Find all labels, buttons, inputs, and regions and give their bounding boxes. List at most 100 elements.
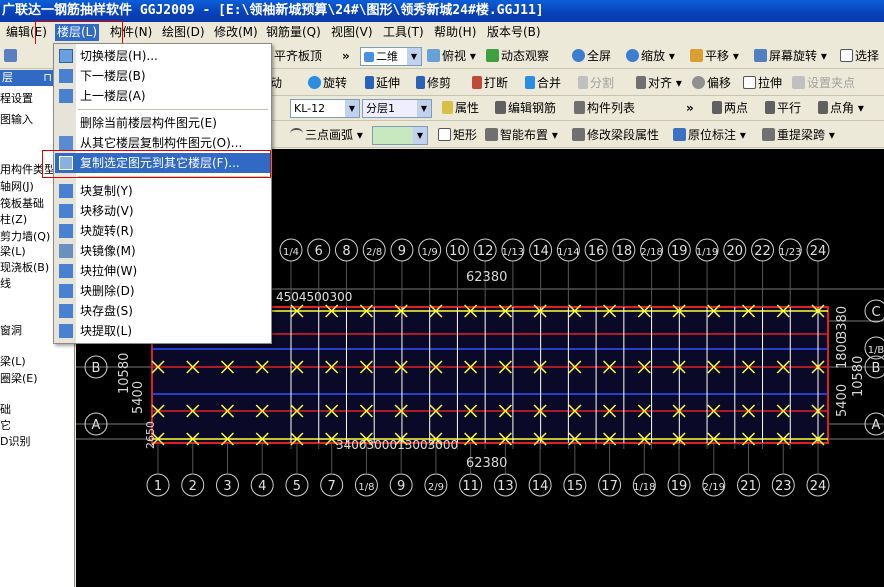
toolbar-overflow-icon[interactable]: »: [340, 46, 350, 66]
sidebar-item-axis[interactable]: 轴网(J): [0, 180, 34, 194]
re-extract-icon: [762, 128, 775, 141]
sidebar-item-beam-2[interactable]: 梁(L): [0, 355, 26, 369]
align-icon: [636, 76, 646, 89]
bottom-axis-label: 2/9: [428, 482, 444, 493]
bottom-axis-label: 13: [497, 479, 514, 494]
menu-component[interactable]: 构件(N): [108, 24, 154, 41]
split-button[interactable]: 分割: [576, 73, 614, 93]
menu-edit[interactable]: 编辑(E): [4, 24, 49, 41]
menu-modify[interactable]: 修改(M): [212, 24, 260, 41]
menu-item-copy-selected-to-other-floor[interactable]: 复制选定图元到其它楼层(F)...: [55, 153, 271, 173]
menu-item-delete-floor-elements[interactable]: 删除当前楼层构件图元(E): [55, 113, 271, 133]
sidebar-item-other[interactable]: 它: [0, 419, 11, 433]
sidebar-item-slab[interactable]: 现浇板(B): [0, 261, 49, 275]
re-extract-span-button[interactable]: 重提梁跨 ▾: [760, 125, 835, 145]
top-axis-label: 10: [449, 244, 466, 259]
bottom-axis-label: 9: [397, 479, 405, 494]
rebar-icon: [495, 101, 506, 114]
bottom-axis-label: 2/19: [703, 482, 725, 493]
menu-item-copy-from-other-floor[interactable]: 从其它楼层复制构件图元(O)...: [55, 133, 271, 153]
menu-item-block-move[interactable]: 块移动(V): [55, 201, 271, 221]
bottom-axis-label: 1/18: [633, 482, 655, 493]
select-button[interactable]: 选择: [838, 46, 879, 66]
view-cube-icon: [427, 49, 440, 62]
offset-button[interactable]: 偏移: [690, 73, 731, 93]
sidebar-item-shear-wall[interactable]: 剪力墙(Q): [0, 230, 50, 244]
top-axis-label: 1/14: [557, 247, 579, 258]
menu-item-block-delete[interactable]: 块删除(D): [55, 281, 271, 301]
flat-slab-button[interactable]: 平齐板顶: [272, 46, 322, 66]
extend-button[interactable]: 延伸: [363, 73, 400, 93]
menu-item-block-save[interactable]: 块存盘(S): [55, 301, 271, 321]
properties-button[interactable]: 属性: [440, 98, 479, 118]
set-grip-button[interactable]: 设置夹点: [790, 73, 855, 93]
split-icon: [578, 76, 588, 89]
sidebar-item-opening[interactable]: 窗洞: [0, 324, 22, 338]
menu-item-next-floor[interactable]: 下一楼层(B): [55, 66, 271, 86]
stretch-button[interactable]: 拉伸: [741, 73, 782, 93]
menu-item-block-rotate[interactable]: 块旋转(R): [55, 221, 271, 241]
bottom-axis-label: 24: [810, 479, 827, 494]
sidebar-item-drawing-input[interactable]: 图输入: [0, 113, 33, 127]
screen-rotate-button[interactable]: 屏幕旋转 ▾: [752, 46, 827, 66]
sidebar-item-line[interactable]: 线: [0, 277, 11, 291]
left-dimension-1: 10580: [117, 353, 132, 394]
sidebar-item-foundation[interactable]: 础: [0, 403, 11, 417]
component-list-button[interactable]: 构件列表: [572, 98, 635, 118]
zoom-button[interactable]: 缩放 ▾: [624, 46, 675, 66]
menu-item-block-extract[interactable]: 块提取(L): [55, 321, 271, 341]
top-axis-label: 1/9: [422, 247, 438, 258]
two-points-button[interactable]: 两点: [710, 98, 748, 118]
rotate-button[interactable]: 旋转: [306, 73, 347, 93]
component-combo[interactable]: KL-12 ▼: [290, 99, 360, 118]
sidebar-item-common-types[interactable]: 用构件类型: [0, 163, 55, 177]
pin-icon[interactable]: ⊓: [43, 70, 52, 86]
draw-mode-combo[interactable]: ▼: [372, 126, 428, 145]
menu-floor[interactable]: 楼层(L): [55, 24, 100, 41]
smart-layout-icon: [485, 128, 498, 141]
sidebar-item-raft[interactable]: 筏板基础: [0, 197, 44, 211]
fullscreen-button[interactable]: 全屏: [570, 46, 611, 66]
menu-item-block-mirror[interactable]: 块镜像(M): [55, 241, 271, 261]
sidebar-item-ring-beam[interactable]: 圈梁(E): [0, 372, 38, 386]
edit-rebar-button[interactable]: 编辑钢筋: [493, 98, 556, 118]
menu-rebar-qty[interactable]: 钢筋量(Q): [264, 24, 323, 41]
dynamic-orbit-button[interactable]: 动态观察: [484, 46, 549, 66]
menu-item-block-stretch[interactable]: 块拉伸(W): [55, 261, 271, 281]
menu-item-previous-floor[interactable]: 上一楼层(A): [55, 86, 271, 106]
toolbar3-overflow-icon[interactable]: »: [684, 98, 694, 118]
sidebar-item-column[interactable]: 柱(Z): [0, 213, 27, 227]
align-button[interactable]: 对齐 ▾: [634, 73, 682, 93]
trim-button[interactable]: 修剪: [414, 73, 451, 93]
menu-version[interactable]: 版本号(B): [485, 24, 543, 41]
menu-item-block-copy[interactable]: 块复制(Y): [55, 181, 271, 201]
menu-view[interactable]: 视图(V): [329, 24, 375, 41]
modify-span-props-button[interactable]: 修改梁段属性: [570, 125, 659, 145]
menu-help[interactable]: 帮助(H): [432, 24, 478, 41]
origin-mark-button[interactable]: 原位标注 ▾: [671, 125, 746, 145]
top-axis-label: 6: [315, 244, 323, 259]
layer-combo[interactable]: 分层1 ▼: [362, 99, 432, 118]
rectangle-button[interactable]: 矩形: [436, 125, 477, 145]
bottom-axis-label: 21: [740, 479, 757, 494]
angle-point-button[interactable]: 点角 ▾: [816, 98, 864, 118]
sidebar-item-project-settings[interactable]: 程设置: [0, 92, 33, 106]
top-axis-label: 9: [398, 244, 406, 259]
parallel-button[interactable]: 平行: [763, 98, 801, 118]
view-mode-combo[interactable]: 二维 ▼: [360, 47, 422, 66]
merge-button[interactable]: 合并: [523, 73, 561, 93]
top-view-button[interactable]: 俯视 ▾: [425, 46, 476, 66]
sidebar-item-cad-recognize[interactable]: D识别: [0, 435, 30, 449]
offset-icon: [692, 76, 705, 89]
menu-item-switch-floor[interactable]: 切换楼层(H)...: [55, 46, 271, 66]
menu-draw[interactable]: 绘图(D): [160, 24, 207, 41]
sidebar-item-beam[interactable]: 梁(L): [0, 245, 26, 259]
pan-button[interactable]: 平移 ▾: [688, 46, 739, 66]
break-button[interactable]: 打断: [470, 73, 508, 93]
fullscreen-icon: [572, 49, 585, 62]
right-axis-label: C: [871, 305, 880, 320]
smart-layout-button[interactable]: 智能布置 ▾: [483, 125, 558, 145]
three-point-arc-button[interactable]: 三点画弧 ▾: [288, 125, 363, 145]
menu-tools[interactable]: 工具(T): [381, 24, 426, 41]
save-icon[interactable]: [2, 46, 19, 66]
